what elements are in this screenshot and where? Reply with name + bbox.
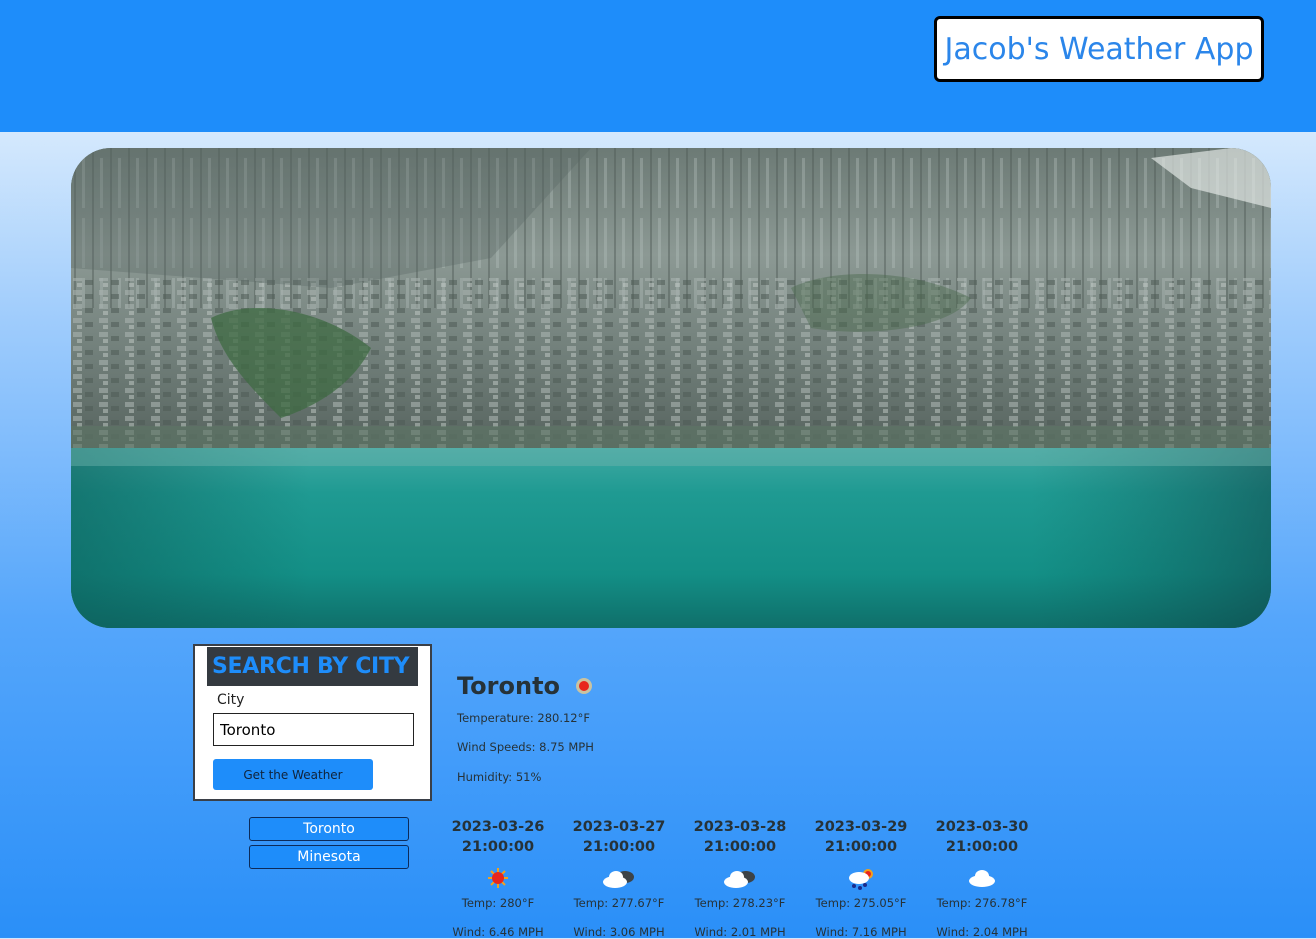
get-weather-button[interactable]: Get the Weather — [213, 759, 373, 790]
forecast-day-2: 2023-03-27 21:00:00 Temp: 277.67°F Wind:… — [559, 817, 679, 939]
forecast-day-4: 2023-03-29 21:00:00 Temp: 275.05°F Wind:… — [801, 817, 921, 939]
forecast-day-1: 2023-03-26 21:00:00 Temp: 280°F Wind: 6.… — [438, 817, 558, 939]
forecast-time: 21:00:00 — [945, 839, 1019, 855]
current-wind: Wind Speeds: 8.75 MPH — [457, 740, 594, 754]
forecast-day-5: 2023-03-30 21:00:00 Temp: 276.78°F Wind:… — [922, 817, 1042, 939]
forecast-wind: Wind: 3.06 MPH — [573, 925, 665, 939]
forecast-date: 2023-03-26 — [451, 819, 545, 835]
forecast-time: 21:00:00 — [461, 839, 535, 855]
forecast-temp: Temp: 280°F — [461, 896, 535, 910]
hero-landscape-image — [71, 148, 1271, 628]
current-humidity: Humidity: 51% — [457, 770, 542, 784]
header-bar: Jacob's Weather App — [0, 0, 1316, 132]
forecast-wind: Wind: 2.01 MPH — [694, 925, 786, 939]
history-button-minesota[interactable]: Minesota — [249, 845, 409, 869]
forecast-time: 21:00:00 — [582, 839, 656, 855]
rain-sun-icon — [849, 869, 873, 890]
forecast-day-3: 2023-03-28 21:00:00 Temp: 278.23°F Wind:… — [680, 817, 800, 939]
forecast-time: 21:00:00 — [703, 839, 777, 855]
search-panel: SEARCH BY CITY City Get the Weather — [193, 644, 432, 801]
forecast-temp: Temp: 277.67°F — [573, 896, 665, 910]
history-button-toronto[interactable]: Toronto — [249, 817, 409, 841]
dark-cloud-icon — [603, 871, 634, 888]
current-weather-header: Toronto — [457, 672, 593, 700]
current-city-name: Toronto — [457, 672, 561, 700]
forecast-temp: Temp: 276.78°F — [936, 896, 1028, 910]
forecast-wind: Wind: 6.46 MPH — [452, 925, 544, 939]
search-history: Toronto Minesota — [249, 817, 409, 873]
sun-icon — [576, 678, 593, 694]
forecast-date: 2023-03-30 — [935, 819, 1029, 835]
forecast-date: 2023-03-27 — [572, 819, 666, 835]
forecast-date: 2023-03-29 — [814, 819, 908, 835]
forecast-temp: Temp: 278.23°F — [694, 896, 786, 910]
city-input[interactable] — [213, 713, 414, 746]
sun-icon — [488, 868, 508, 888]
forecast-date: 2023-03-28 — [693, 819, 787, 835]
cloud-icon — [969, 870, 995, 887]
city-label: City — [217, 692, 245, 708]
dark-cloud-icon — [724, 871, 755, 888]
forecast-time: 21:00:00 — [824, 839, 898, 855]
forecast-wind: Wind: 2.04 MPH — [936, 925, 1028, 939]
app-title: Jacob's Weather App — [934, 16, 1264, 82]
forecast-wind: Wind: 7.16 MPH — [815, 925, 907, 939]
search-heading: SEARCH BY CITY — [207, 647, 418, 686]
forecast-temp: Temp: 275.05°F — [815, 896, 907, 910]
current-temperature: Temperature: 280.12°F — [457, 711, 590, 725]
